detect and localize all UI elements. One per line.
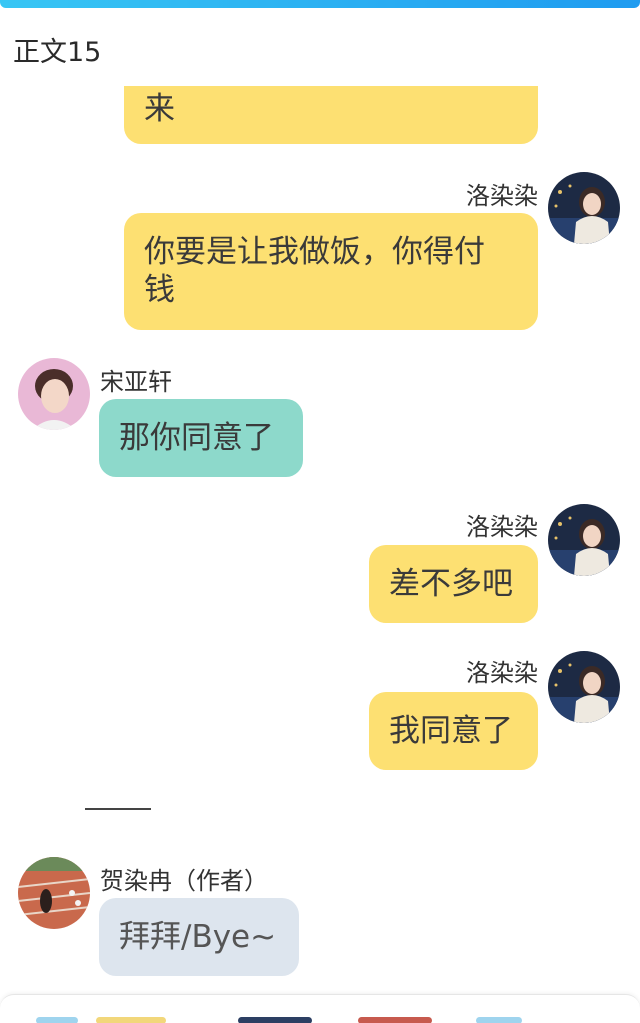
- speaker-name: 洛染染: [466, 513, 538, 541]
- toolbar-item[interactable]: [476, 1017, 522, 1023]
- message-bubble: 差不多吧: [369, 545, 538, 623]
- toolbar-item[interactable]: [358, 1017, 432, 1023]
- avatar-image: [548, 172, 620, 244]
- speaker-name: 贺染冉（作者）: [100, 867, 268, 895]
- avatar-image: [548, 504, 620, 576]
- message-bubble: 你要是让我做饭，你得付 钱: [124, 213, 538, 330]
- message-bubble: 拜拜/Bye~: [99, 898, 299, 976]
- message-text: 拜拜/Bye~: [119, 919, 277, 955]
- toolbar-item[interactable]: [96, 1017, 166, 1023]
- avatar-image: [548, 651, 620, 723]
- message-text: 我同意了: [389, 713, 513, 749]
- avatar-luoranran[interactable]: [548, 504, 620, 576]
- speaker-name: 宋亚轩: [100, 368, 172, 396]
- speaker-name: 洛染染: [466, 659, 538, 687]
- avatar-author[interactable]: [18, 857, 90, 929]
- divider-line: [85, 808, 151, 810]
- message-text: 那你同意了: [119, 420, 274, 456]
- avatar-image: [18, 857, 90, 929]
- avatar-image: [18, 358, 90, 430]
- avatar-luoranran[interactable]: [548, 172, 620, 244]
- message-text-line-2: 钱: [144, 272, 175, 308]
- speaker-name: 洛染染: [466, 182, 538, 210]
- bottom-toolbar: [0, 994, 640, 1023]
- chapter-title: 正文15: [13, 37, 102, 68]
- message-text: 差不多吧: [389, 566, 513, 602]
- top-bar: [0, 0, 640, 8]
- toolbar-item[interactable]: [36, 1017, 78, 1023]
- message-text: 来: [144, 91, 175, 127]
- message-bubble: 那你同意了: [99, 399, 303, 477]
- avatar-luoranran[interactable]: [548, 651, 620, 723]
- message-text-line-1: 你要是让我做饭，你得付: [144, 234, 485, 270]
- message-bubble: 来: [124, 86, 538, 144]
- message-bubble: 我同意了: [369, 692, 538, 770]
- avatar-songyaxuan[interactable]: [18, 358, 90, 430]
- toolbar-item[interactable]: [238, 1017, 312, 1023]
